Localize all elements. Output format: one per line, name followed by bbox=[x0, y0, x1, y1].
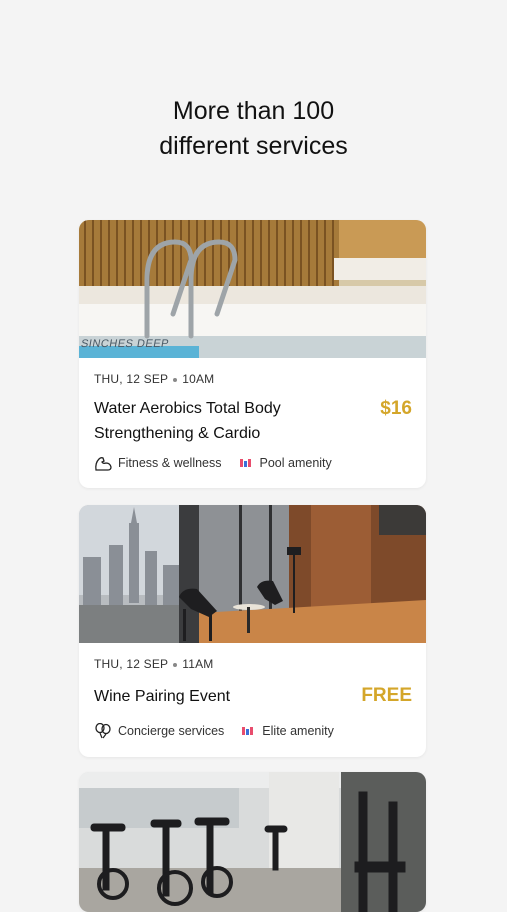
amenity-tag: Pool amenity bbox=[239, 456, 332, 470]
event-tags: Concierge services Elite amenity bbox=[94, 723, 352, 739]
flexed-arm-icon bbox=[95, 457, 112, 471]
amenity-label: Elite amenity bbox=[262, 724, 334, 738]
amenity-bars-icon bbox=[242, 727, 254, 735]
event-date-time: THU, 12 SEP 11AM bbox=[94, 657, 214, 671]
headline: More than 100 different services bbox=[0, 94, 507, 164]
service-card[interactable]: SINCHES DEEP THU, 12 SEP 10AM Water Aerob… bbox=[79, 220, 426, 488]
separator-dot bbox=[173, 662, 178, 667]
category-label: Concierge services bbox=[118, 724, 225, 738]
headline-line-2: different services bbox=[159, 132, 348, 160]
event-price: FREE bbox=[361, 685, 412, 706]
headline-line-1: More than 100 bbox=[172, 97, 335, 125]
event-tags: Fitness & wellness Pool amenity bbox=[94, 455, 350, 471]
event-price: $16 bbox=[380, 398, 412, 419]
event-title-line-2: Strengthening & Cardio bbox=[94, 425, 261, 442]
gym-photo bbox=[79, 772, 426, 912]
balloons-icon bbox=[95, 723, 111, 739]
event-title-line-1: Wine Pairing Event bbox=[94, 688, 231, 705]
category-label: Fitness & wellness bbox=[118, 456, 222, 470]
event-title: Wine Pairing Event bbox=[94, 684, 344, 709]
lounge-photo bbox=[79, 505, 426, 643]
event-title: Water Aerobics Total Body Strengthening … bbox=[94, 396, 344, 446]
amenity-tag: Elite amenity bbox=[242, 724, 334, 738]
event-time: 11AM bbox=[182, 657, 214, 671]
event-day: THU, 12 SEP bbox=[94, 657, 169, 671]
pool-photo: SINCHES DEEP bbox=[79, 220, 426, 358]
event-title-line-1: Water Aerobics Total Body bbox=[94, 400, 281, 417]
event-day: THU, 12 SEP bbox=[94, 372, 169, 386]
amenity-bars-icon bbox=[239, 459, 252, 467]
event-date-time: THU, 12 SEP 10AM bbox=[94, 372, 214, 386]
separator-dot bbox=[173, 377, 178, 382]
category-tag: Fitness & wellness bbox=[94, 455, 222, 471]
event-time: 10AM bbox=[182, 372, 215, 386]
category-tag: Concierge services bbox=[94, 723, 224, 739]
pool-depth-sign: SINCHES DEEP bbox=[79, 338, 170, 350]
amenity-label: Pool amenity bbox=[259, 456, 332, 470]
service-card[interactable]: THU, 12 SEP 11AM Wine Pairing Event FREE … bbox=[79, 505, 426, 757]
service-card[interactable] bbox=[79, 772, 426, 912]
